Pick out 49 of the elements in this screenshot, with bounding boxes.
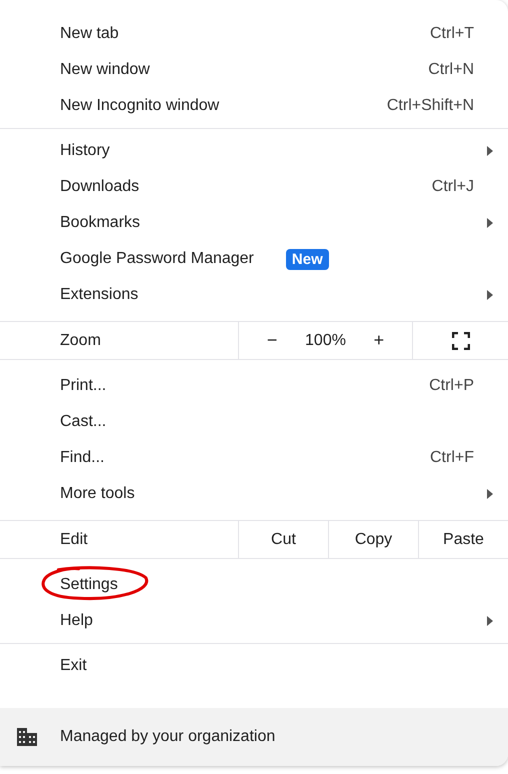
menu-item[interactable]: Find... Ctrl+F xyxy=(0,440,508,476)
shortcut-text: Ctrl+J xyxy=(432,178,474,196)
fullscreen-icon xyxy=(452,332,470,350)
menu-item[interactable]: History xyxy=(0,133,508,169)
shortcut-text: Ctrl+P xyxy=(429,377,474,395)
menu-item[interactable]: Extensions xyxy=(0,277,508,313)
menu-item-label: Settings xyxy=(60,576,118,594)
menu-item-label: Google Password Manager xyxy=(60,250,254,268)
menu-item[interactable]: New window Ctrl+N xyxy=(0,52,508,88)
menu-item-label: Cast... xyxy=(60,413,106,431)
menu-item-label: Extensions xyxy=(60,286,138,304)
menu-item-label: New Incognito window xyxy=(60,97,220,115)
menu-item-label: Bookmarks xyxy=(60,214,140,232)
menu-item-label: Find... xyxy=(60,449,104,467)
menu-item[interactable]: Cast... xyxy=(0,404,508,440)
edit-action-button[interactable]: Paste xyxy=(418,521,508,558)
shortcut-text: Ctrl+Shift+N xyxy=(386,97,474,115)
edit-action-button[interactable]: Copy xyxy=(328,521,418,558)
menu-item[interactable]: New tab Ctrl+T xyxy=(0,16,508,52)
menu-item[interactable]: Help xyxy=(0,603,508,639)
menu-item-label: More tools xyxy=(60,485,135,503)
menu-item[interactable]: Downloads Ctrl+J xyxy=(0,169,508,205)
edit-action-button[interactable]: Cut xyxy=(238,521,328,558)
shortcut-text: Ctrl+T xyxy=(430,25,474,43)
zoom-level: 100% xyxy=(305,332,346,350)
menu-item-label: Help xyxy=(60,612,93,630)
menu-item-label: Edit xyxy=(59,530,89,550)
menu-item[interactable]: Settings xyxy=(0,567,508,603)
menu-item[interactable]: New Incognito window Ctrl+Shift+N xyxy=(0,88,508,124)
zoom-in-button[interactable]: + xyxy=(366,326,392,355)
footer-text: Managed by your organization xyxy=(60,728,276,746)
menu-item-label: History xyxy=(60,142,110,160)
zoom-out-button[interactable]: − xyxy=(258,326,286,355)
menu-item-label: New tab xyxy=(60,25,119,43)
shortcut-text: Ctrl+N xyxy=(428,61,474,79)
menu-item-label: Zoom xyxy=(59,330,102,350)
menu-item[interactable]: Google Password Manager New xyxy=(0,241,508,277)
menu-item[interactable]: Print... Ctrl+P xyxy=(0,368,508,404)
menu-item[interactable]: More tools xyxy=(0,476,508,512)
new-badge: New xyxy=(286,248,329,270)
menu-item-label: Downloads xyxy=(60,178,140,196)
menu-item[interactable]: Bookmarks xyxy=(0,205,508,241)
menu-item-label: New window xyxy=(60,61,150,79)
menu-item-label: Exit xyxy=(60,657,87,675)
building-icon xyxy=(16,727,38,747)
menu-item[interactable]: Exit xyxy=(0,648,508,684)
shortcut-text: Ctrl+F xyxy=(430,449,474,467)
menu-item-label: Print... xyxy=(60,377,106,395)
managed-footer[interactable]: Managed by your organization xyxy=(0,708,508,766)
